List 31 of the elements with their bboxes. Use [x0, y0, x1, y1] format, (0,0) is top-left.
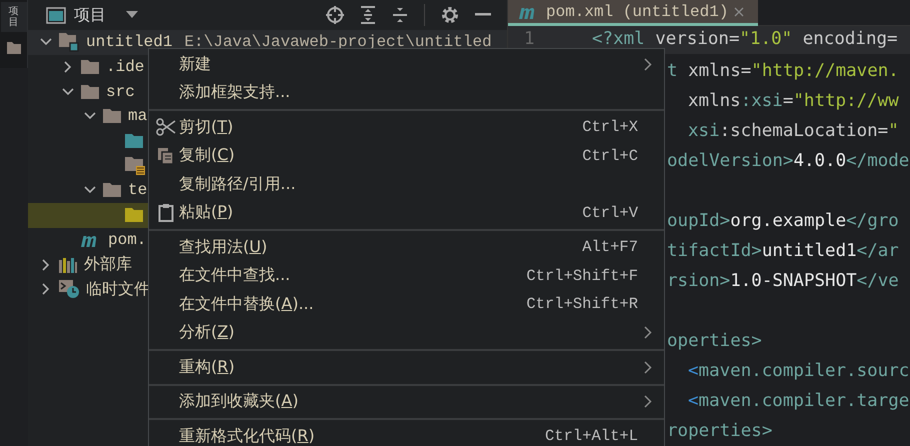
- code-line: t xmlns="http://maven.: [667, 61, 899, 81]
- tree-item-label: src: [106, 82, 135, 101]
- shortcut-label: Ctrl+C: [582, 146, 638, 165]
- code-line: <maven.compiler.targe: [688, 391, 910, 411]
- tree-item-label: ma: [128, 107, 148, 126]
- panel-title: 项目: [74, 4, 106, 26]
- tree-item-label: te: [128, 181, 148, 200]
- code-line: tifactId>untitled1</ar: [667, 241, 899, 261]
- code-line: <maven.compiler.sourc: [688, 361, 910, 381]
- shortcut-label: Ctrl+V: [582, 204, 638, 222]
- project-tab-label: 项目: [8, 6, 18, 28]
- tree-item-label: 外部库: [84, 254, 132, 276]
- shortcut-label: Alt+F7: [582, 238, 638, 256]
- shortcut-label: Ctrl+Shift+R: [526, 295, 638, 314]
- shortcut-label: Ctrl+X: [582, 118, 638, 136]
- tree-item-label: pom.: [108, 230, 146, 249]
- code-line: rsion>1.0-SNAPSHOT</ve: [667, 271, 899, 291]
- tree-item-label: 临时文件: [86, 280, 150, 300]
- code-line: xmlns:xsi="http://ww: [688, 91, 899, 111]
- shortcut-label: Ctrl+Shift+F: [526, 266, 638, 285]
- code-line: roperties>: [667, 421, 772, 441]
- tree-item-label: untitled1: [86, 33, 172, 52]
- code-line: xsi:schemaLocation=": [688, 121, 899, 141]
- tree-item-label: .ide: [106, 58, 144, 76]
- shortcut-label: Ctrl+Alt+L: [544, 427, 638, 446]
- code-line: odelVersion>4.0.0</mode: [667, 151, 910, 171]
- line-number: 1: [524, 29, 535, 49]
- code-line: <?xml version="1.0" encoding=: [592, 29, 898, 49]
- tree-item-path: E:\Java\Javaweb-project\untitled: [184, 33, 492, 52]
- code-line: operties>: [667, 331, 762, 351]
- code-line: oupId>org.example</gro: [667, 211, 899, 231]
